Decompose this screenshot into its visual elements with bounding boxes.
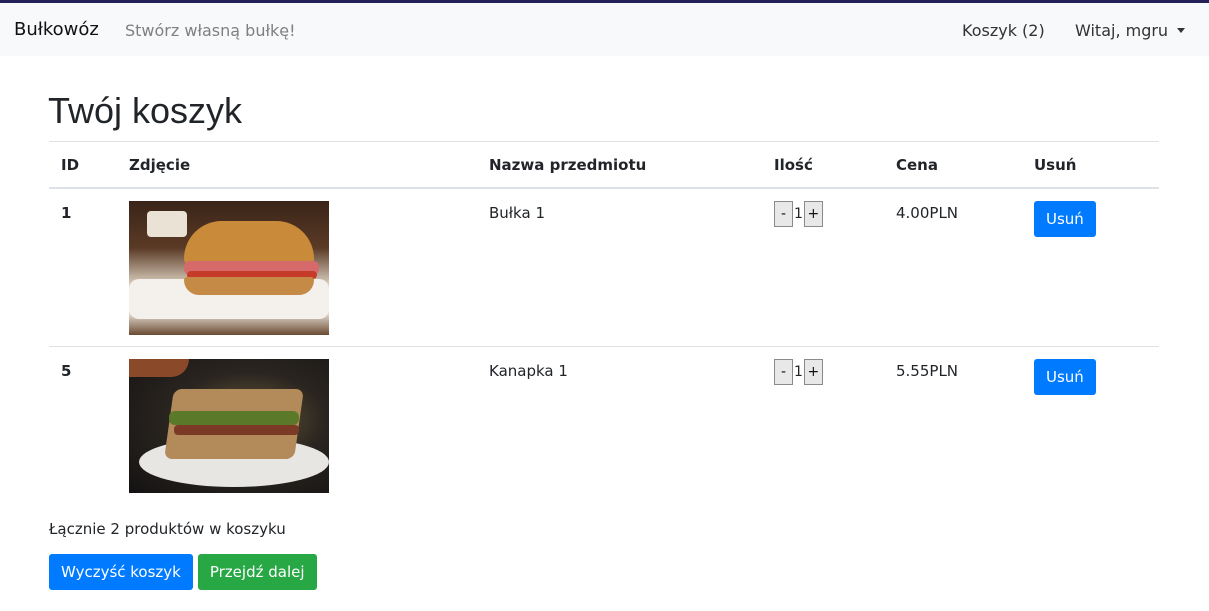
navbar: Bułkowóz Stwórz własną bułkę! Koszyk (2)… (0, 3, 1209, 56)
header-price: Cena (884, 141, 1022, 189)
cart-actions: Wyczyść koszyk Przejdź dalej (49, 554, 317, 590)
row-id: 5 (49, 346, 117, 504)
quantity-value: 1 (794, 364, 803, 380)
decrease-quantity-button[interactable]: - (774, 201, 793, 227)
user-menu-label: Witaj, mgru (1075, 21, 1169, 40)
page-title: Twój koszyk (48, 90, 243, 131)
row-remove-cell: Usuń (1022, 346, 1159, 504)
brand-link[interactable]: Bułkowóz (14, 19, 99, 40)
clear-cart-button[interactable]: Wyczyść koszyk (49, 554, 193, 590)
user-menu-dropdown[interactable]: Witaj, mgru (1075, 21, 1186, 40)
quantity-value: 1 (794, 206, 803, 222)
remove-item-button[interactable]: Usuń (1034, 359, 1096, 395)
tagline-link[interactable]: Stwórz własną bułkę! (125, 21, 296, 40)
row-quantity-cell: - 1 + (762, 346, 884, 504)
header-quantity: Ilość (762, 141, 884, 189)
cart-table: ID Zdjęcie Nazwa przedmiotu Ilość Cena U… (49, 141, 1159, 504)
cart-link[interactable]: Koszyk (2) (962, 21, 1045, 40)
background-dish-shape (129, 359, 189, 377)
row-name: Kanapka 1 (477, 346, 762, 504)
bun-top-shape (184, 221, 314, 265)
quantity-stepper: - 1 + (774, 359, 823, 385)
proceed-button[interactable]: Przejdź dalej (197, 554, 317, 590)
egg-bowl-shape (147, 211, 187, 237)
header-remove: Usuń (1022, 141, 1159, 189)
row-name: Bułka 1 (477, 187, 762, 347)
header-image: Zdjęcie (117, 141, 477, 189)
header-id: ID (49, 141, 117, 189)
caret-down-icon (1177, 28, 1186, 33)
row-image-cell (117, 187, 477, 347)
row-price: 4.00PLN (884, 187, 1022, 347)
cart-summary: Łącznie 2 produktów w koszyku (49, 520, 286, 538)
table-row: 5 Kanapka 1 - 1 + 5.55PLN Usuń (49, 346, 1159, 504)
increase-quantity-button[interactable]: + (803, 201, 823, 227)
row-remove-cell: Usuń (1022, 187, 1159, 347)
remove-item-button[interactable]: Usuń (1034, 201, 1096, 237)
product-image (129, 201, 329, 335)
table-header-row: ID Zdjęcie Nazwa przedmiotu Ilość Cena U… (49, 141, 1159, 189)
row-id: 1 (49, 187, 117, 347)
greens-shape (169, 411, 299, 425)
quantity-stepper: - 1 + (774, 201, 823, 227)
decrease-quantity-button[interactable]: - (774, 359, 793, 385)
table-row: 1 Bułka 1 - 1 + 4.00PLN Usuń (49, 187, 1159, 347)
row-image-cell (117, 346, 477, 504)
row-quantity-cell: - 1 + (762, 187, 884, 347)
bun-bottom-shape (184, 277, 314, 295)
row-price: 5.55PLN (884, 346, 1022, 504)
header-name: Nazwa przedmiotu (477, 141, 762, 189)
increase-quantity-button[interactable]: + (803, 359, 823, 385)
product-image (129, 359, 329, 493)
meat-shape (174, 425, 299, 435)
